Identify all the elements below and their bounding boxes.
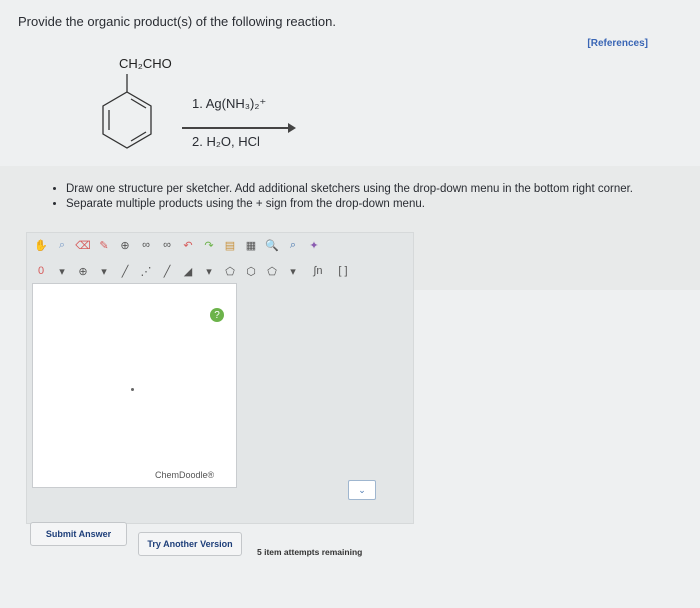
ring-template-icon[interactable]: ⬠ — [263, 262, 281, 280]
sketcher-toolbar-bottom: 0 ▾ ⊕ ▾ ╱ ⋰ ╱ ◢ ▾ ⬠ ⬡ ⬠ ▾ ∫n [ ] — [32, 260, 352, 282]
reaction-arrow — [182, 123, 296, 133]
cyclopentane-icon[interactable]: ⬠ — [221, 262, 239, 280]
benzene-icon[interactable]: ⬡ — [242, 262, 260, 280]
zoom-icon[interactable]: 🔍 — [263, 236, 281, 254]
text-icon[interactable]: ∫n — [305, 262, 331, 280]
chemdoodle-brand: ChemDoodle® — [155, 470, 215, 480]
instruction-item: Separate multiple products using the + s… — [66, 197, 690, 212]
instructions: Draw one structure per sketcher. Add add… — [50, 182, 690, 212]
question-prompt: Provide the organic product(s) of the fo… — [18, 14, 336, 29]
reagent-2: 2. H₂O, HCl — [192, 134, 260, 149]
instruction-item: Draw one structure per sketcher. Add add… — [66, 182, 690, 197]
chevron-down-icon[interactable]: ▾ — [53, 262, 71, 280]
bracket-icon[interactable]: [ ] — [334, 262, 352, 280]
sketcher-dropdown[interactable]: ⌄ — [348, 480, 376, 500]
chevron-down-icon[interactable]: ▾ — [95, 262, 113, 280]
hand-icon[interactable]: ✋ — [32, 236, 50, 254]
wedge-bond-icon[interactable]: ◢ — [179, 262, 197, 280]
ring-icon[interactable]: ∞ — [158, 236, 176, 254]
attempts-remaining: 5 item attempts remaining — [257, 547, 363, 557]
references-link[interactable]: [References] — [587, 38, 648, 49]
try-another-version-button[interactable]: Try Another Version — [138, 532, 242, 556]
chevron-down-icon[interactable]: ▾ — [200, 262, 218, 280]
zoom-in-icon[interactable]: ⊕ — [116, 236, 134, 254]
stereo-bond-icon[interactable]: ⋰ — [137, 262, 155, 280]
redo-icon[interactable]: ↷ — [200, 236, 218, 254]
help-icon[interactable]: ? — [210, 308, 224, 322]
copy-icon[interactable]: ▦ — [242, 236, 260, 254]
eraser-icon[interactable]: ⌫ — [74, 236, 92, 254]
single-bond-icon[interactable]: ╱ — [116, 262, 134, 280]
drawing-canvas[interactable] — [32, 283, 237, 488]
chevron-down-icon: ⌄ — [358, 484, 366, 495]
charge-selector[interactable]: 0 — [32, 262, 50, 280]
search-icon[interactable]: ⌕ — [284, 236, 302, 254]
dashed-bond-icon[interactable]: ╱ — [158, 262, 176, 280]
charge-plus-icon[interactable]: ⊕ — [74, 262, 92, 280]
lasso-icon[interactable]: ⌕ — [53, 236, 71, 254]
clear-icon[interactable]: ✎ — [95, 236, 113, 254]
submit-answer-button[interactable]: Submit Answer — [30, 522, 127, 546]
template-icon[interactable]: ▤ — [221, 236, 239, 254]
sketcher-toolbar-top: ✋ ⌕ ⌫ ✎ ⊕ ∞ ∞ ↶ ↷ ▤ ▦ 🔍 ⌕ ✦ — [32, 236, 323, 258]
reagent-1: 1. Ag(NH₃)₂⁺ — [192, 96, 267, 111]
link-icon[interactable]: ∞ — [137, 236, 155, 254]
canvas-dot — [131, 388, 134, 391]
clean-icon[interactable]: ✦ — [305, 236, 323, 254]
chevron-down-icon[interactable]: ▾ — [284, 262, 302, 280]
undo-icon[interactable]: ↶ — [179, 236, 197, 254]
substituent-label: CH₂CHO — [119, 56, 172, 71]
benzene-structure: CH₂CHO — [102, 56, 172, 149]
